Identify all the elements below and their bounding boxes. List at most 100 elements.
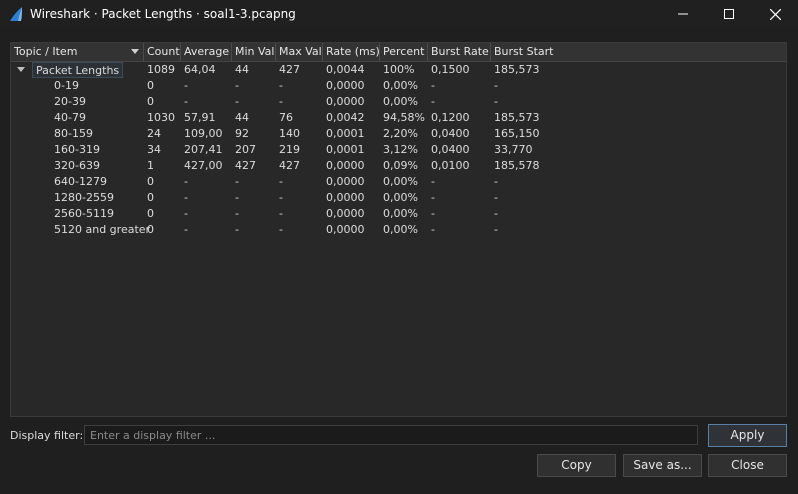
cell-percent: 94,58% (383, 111, 425, 124)
cell-burst-rate: - (431, 95, 435, 108)
table-row[interactable]: 0-19 0 - - - 0,0000 0,00% - - (11, 78, 786, 94)
cell-max-val: - (279, 175, 283, 188)
cell-burst-start: 185,573 (494, 111, 540, 124)
cell-burst-start: 185,578 (494, 159, 540, 172)
cell-average: 207,41 (184, 143, 223, 156)
cell-min-val: 427 (235, 159, 256, 172)
cell-percent: 0,09% (383, 159, 418, 172)
cell-rate: 0,0042 (326, 111, 365, 124)
column-header-burst-start[interactable]: Burst Start (491, 43, 786, 61)
cell-count: 0 (147, 175, 154, 188)
cell-percent: 0,00% (383, 223, 418, 236)
cell-topic: 0-19 (54, 79, 79, 92)
cell-count: 1 (147, 159, 154, 172)
maximize-icon[interactable] (706, 0, 752, 28)
cell-count: 0 (147, 79, 154, 92)
column-header-topic[interactable]: Topic / Item (11, 43, 144, 61)
cell-rate: 0,0000 (326, 175, 365, 188)
cell-count: 0 (147, 207, 154, 220)
cell-topic: 320-639 (54, 159, 100, 172)
cell-average: - (184, 175, 188, 188)
cell-burst-rate: - (431, 191, 435, 204)
table-row[interactable]: 320-639 1 427,00 427 427 0,0000 0,09% 0,… (11, 158, 786, 174)
cell-topic: 1280-2559 (54, 191, 114, 204)
cell-average: - (184, 191, 188, 204)
cell-min-val: 44 (235, 111, 249, 124)
cell-min-val: 207 (235, 143, 256, 156)
cell-max-val: - (279, 79, 283, 92)
save-as-button[interactable]: Save as... (623, 454, 702, 477)
cell-rate: 0,0000 (326, 95, 365, 108)
column-header-max-val[interactable]: Max Val (276, 43, 323, 61)
statistics-tree[interactable]: Topic / Item Count Average Min Val Max V… (10, 42, 787, 417)
cell-max-val: - (279, 191, 283, 204)
cell-max-val: - (279, 207, 283, 220)
cell-topic: 640-1279 (54, 175, 107, 188)
cell-count: 0 (147, 95, 154, 108)
expand-arrow-icon[interactable] (17, 67, 25, 72)
column-header-rate[interactable]: Rate (ms) (323, 43, 380, 61)
cell-count: 0 (147, 223, 154, 236)
cell-burst-start: - (494, 79, 498, 92)
cell-burst-start: 33,770 (494, 143, 533, 156)
cell-average: 427,00 (184, 159, 223, 172)
cell-max-val: 76 (279, 111, 293, 124)
minimize-icon[interactable] (660, 0, 706, 28)
cell-max-val: 140 (279, 127, 300, 140)
table-row[interactable]: 1280-2559 0 - - - 0,0000 0,00% - - (11, 190, 786, 206)
column-header-min-val[interactable]: Min Val (232, 43, 276, 61)
cell-max-val: 427 (279, 159, 300, 172)
cell-average: - (184, 95, 188, 108)
column-header-percent[interactable]: Percent (380, 43, 428, 61)
cell-topic: 40-79 (54, 111, 86, 124)
cell-topic: 80-159 (54, 127, 93, 140)
table-row[interactable]: 160-319 34 207,41 207 219 0,0001 3,12% 0… (11, 142, 786, 158)
table-row[interactable]: 640-1279 0 - - - 0,0000 0,00% - - (11, 174, 786, 190)
table-header: Topic / Item Count Average Min Val Max V… (11, 43, 786, 62)
cell-min-val: 44 (235, 63, 249, 76)
display-filter-label: Display filter: (10, 429, 84, 442)
cell-rate: 0,0000 (326, 191, 365, 204)
table-row[interactable]: 20-39 0 - - - 0,0000 0,00% - - (11, 94, 786, 110)
copy-button[interactable]: Copy (537, 454, 616, 477)
close-button[interactable]: Close (708, 454, 787, 477)
table-row[interactable]: 5120 and greater 0 - - - 0,0000 0,00% - … (11, 222, 786, 238)
cell-min-val: - (235, 79, 239, 92)
cell-average: - (184, 223, 188, 236)
cell-percent: 0,00% (383, 175, 418, 188)
column-header-average[interactable]: Average (181, 43, 232, 61)
column-header-count[interactable]: Count (144, 43, 181, 61)
column-header-label: Topic / Item (14, 45, 78, 58)
cell-burst-start: - (494, 95, 498, 108)
cell-percent: 100% (383, 63, 415, 76)
cell-average: 64,04 (184, 63, 216, 76)
cell-rate: 0,0000 (326, 159, 365, 172)
cell-rate: 0,0044 (326, 63, 365, 76)
cell-burst-start: - (494, 175, 498, 188)
table-row[interactable]: 80-159 24 109,00 92 140 0,0001 2,20% 0,0… (11, 126, 786, 142)
cell-min-val: - (235, 191, 239, 204)
cell-min-val: - (235, 95, 239, 108)
cell-count: 1089 (147, 63, 175, 76)
cell-burst-rate: 0,1200 (431, 111, 470, 124)
close-icon[interactable] (752, 0, 798, 28)
cell-burst-rate: 0,0400 (431, 127, 470, 140)
cell-burst-start: 165,150 (494, 127, 540, 140)
cell-min-val: 92 (235, 127, 249, 140)
cell-burst-rate: 0,0400 (431, 143, 470, 156)
tree-root-row[interactable]: Packet Lengths 1089 64,04 44 427 0,0044 … (11, 62, 786, 78)
cell-percent: 0,00% (383, 191, 418, 204)
window-title: Wireshark · Packet Lengths · soal1-3.pca… (30, 7, 296, 21)
cell-topic: 2560-5119 (54, 207, 114, 220)
cell-count: 34 (147, 143, 161, 156)
display-filter-input[interactable] (84, 425, 698, 445)
cell-average: - (184, 207, 188, 220)
cell-average: 109,00 (184, 127, 223, 140)
table-row[interactable]: 2560-5119 0 - - - 0,0000 0,00% - - (11, 206, 786, 222)
table-row[interactable]: 40-79 1030 57,91 44 76 0,0042 94,58% 0,1… (11, 110, 786, 126)
cell-percent: 0,00% (383, 95, 418, 108)
cell-burst-start: 185,573 (494, 63, 540, 76)
cell-max-val: - (279, 95, 283, 108)
apply-button[interactable]: Apply (708, 424, 787, 447)
column-header-burst-rate[interactable]: Burst Rate (428, 43, 491, 61)
